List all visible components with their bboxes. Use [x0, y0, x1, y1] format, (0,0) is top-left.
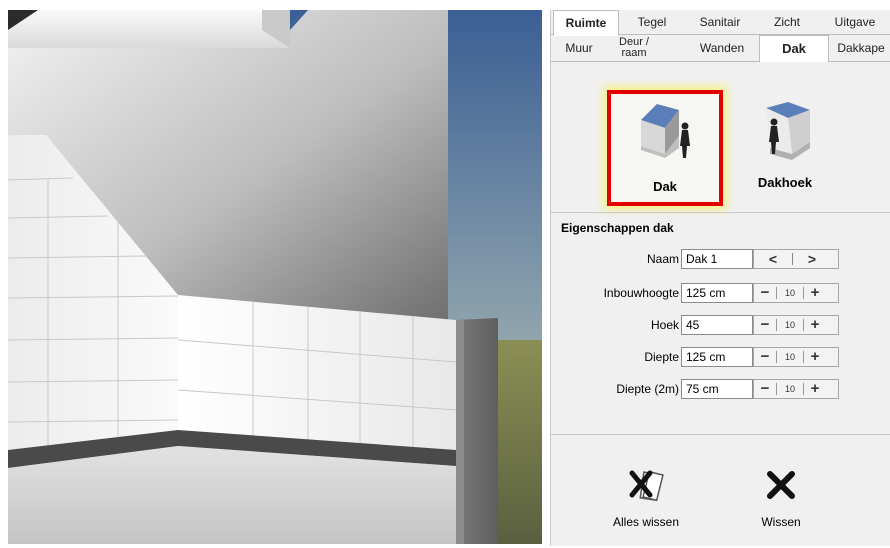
- inbouwhoogte-decrease-button[interactable]: −: [754, 284, 776, 302]
- dakhoek-roof-icon: [766, 102, 810, 160]
- hoek-stepper: − 10 +: [753, 315, 839, 335]
- diepte-decrease-button[interactable]: −: [754, 348, 776, 366]
- diepte-step: 10: [776, 351, 804, 363]
- hoek-label: Hoek: [650, 318, 679, 332]
- 3d-viewport[interactable]: [8, 10, 542, 544]
- main-tab-bar: Ruimte Tegel Sanitair Zicht Uitgave: [551, 10, 890, 36]
- tab-deur-raam[interactable]: Deur / raam: [609, 35, 660, 61]
- tab-dakkapel[interactable]: Dakkape: [831, 35, 890, 61]
- properties-title: Eigenschappen dak: [561, 221, 674, 235]
- properties-panel: Ruimte Tegel Sanitair Zicht Uitgave Muur…: [550, 10, 890, 546]
- dakhoek-type-button[interactable]: Dakhoek: [731, 90, 839, 198]
- tab-sanitair[interactable]: Sanitair: [687, 10, 754, 34]
- hoek-field[interactable]: 45: [681, 315, 753, 335]
- tab-dak[interactable]: Dak: [759, 35, 829, 63]
- dak-type-button[interactable]: Dak: [607, 90, 723, 206]
- diepte-2m-decrease-button[interactable]: −: [754, 380, 776, 398]
- previous-roof-button[interactable]: <: [754, 250, 792, 268]
- diepte-2m-field[interactable]: 75 cm: [681, 379, 753, 399]
- roof-type-selector: Dak Dakhoek: [551, 62, 890, 210]
- sub-tab-bar: Muur Deur / raam Wanden Dak Dakkape: [551, 35, 890, 63]
- diepte-label: Diepte: [644, 350, 679, 364]
- alles-wissen-label: Alles wissen: [612, 515, 680, 529]
- tab-ruimte[interactable]: Ruimte: [553, 10, 619, 36]
- diepte-2m-row: Diepte (2m) 75 cm − 10 +: [551, 379, 890, 401]
- tab-uitgave[interactable]: Uitgave: [821, 10, 890, 34]
- naam-navigator: < >: [753, 249, 839, 269]
- inbouwhoogte-field[interactable]: 125 cm: [681, 283, 753, 303]
- diepte-2m-stepper: − 10 +: [753, 379, 839, 399]
- tab-tegel[interactable]: Tegel: [621, 10, 684, 34]
- inbouwhoogte-stepper: − 10 +: [753, 283, 839, 303]
- delete-x-icon: [726, 465, 836, 505]
- room-render: [8, 10, 542, 544]
- tab-wanden[interactable]: Wanden: [691, 35, 754, 61]
- alles-wissen-button[interactable]: Alles wissen: [591, 465, 701, 529]
- tab-muur[interactable]: Muur: [553, 35, 606, 61]
- dakhoek-type-label: Dakhoek: [757, 175, 813, 190]
- diepte-increase-button[interactable]: +: [804, 348, 826, 366]
- diepte-field[interactable]: 125 cm: [681, 347, 753, 367]
- naam-label: Naam: [646, 252, 679, 266]
- action-bar: Alles wissen Wissen: [551, 434, 890, 546]
- hoek-row: Hoek 45 − 10 +: [551, 315, 890, 337]
- wissen-label: Wissen: [761, 515, 801, 529]
- diepte-2m-step: 10: [776, 383, 804, 395]
- diepte-row: Diepte 125 cm − 10 +: [551, 347, 890, 369]
- dak-type-label: Dak: [653, 179, 677, 194]
- naam-row: Naam Dak 1 < >: [551, 249, 890, 271]
- clear-all-icon: [591, 465, 701, 505]
- dak-roof-icon: [641, 104, 690, 158]
- inbouwhoogte-step: 10: [776, 287, 804, 299]
- wissen-button[interactable]: Wissen: [726, 465, 836, 529]
- inbouwhoogte-increase-button[interactable]: +: [804, 284, 826, 302]
- hoek-decrease-button[interactable]: −: [754, 316, 776, 334]
- roof-properties: Eigenschappen dak Naam Dak 1 < > Inbouwh…: [551, 212, 890, 435]
- next-roof-button[interactable]: >: [793, 250, 831, 268]
- inbouwhoogte-label: Inbouwhoogte: [603, 286, 679, 300]
- hoek-increase-button[interactable]: +: [804, 316, 826, 334]
- naam-field[interactable]: Dak 1: [681, 249, 753, 269]
- diepte-stepper: − 10 +: [753, 347, 839, 367]
- tab-zicht[interactable]: Zicht: [757, 10, 818, 34]
- diepte-2m-label: Diepte (2m): [616, 382, 679, 396]
- inbouwhoogte-row: Inbouwhoogte 125 cm − 10 +: [551, 283, 890, 305]
- hoek-step: 10: [776, 319, 804, 331]
- diepte-2m-increase-button[interactable]: +: [804, 380, 826, 398]
